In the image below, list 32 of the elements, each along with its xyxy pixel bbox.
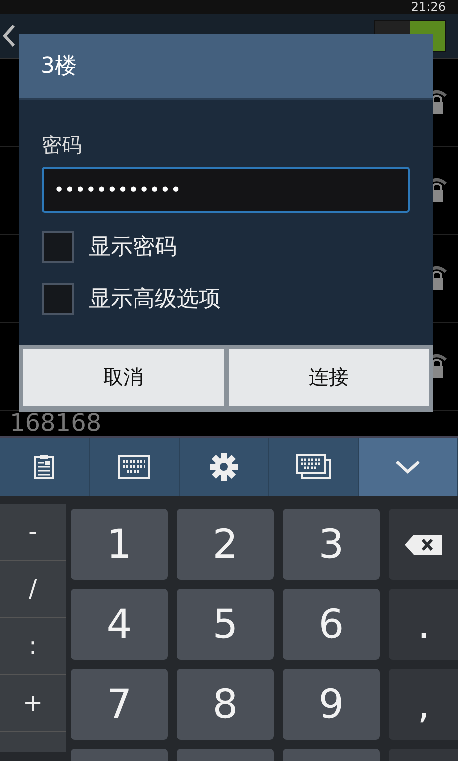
password-field[interactable]: ••••••••••••: [42, 167, 410, 213]
backspace-key[interactable]: [389, 509, 458, 580]
checkbox[interactable]: [42, 231, 74, 263]
symbol-key[interactable]: :: [0, 618, 66, 675]
chevron-down-icon[interactable]: [395, 459, 422, 475]
clipboard-icon[interactable]: [33, 454, 56, 480]
status-time: 21:26: [411, 0, 446, 14]
symbol-key[interactable]: -: [0, 504, 66, 561]
password-label: 密码: [42, 132, 83, 159]
symbol-key[interactable]: +: [0, 675, 66, 732]
connect-button[interactable]: 连接: [228, 349, 429, 406]
keyboard-key[interactable]: 9: [283, 669, 380, 740]
keyboard-key[interactable]: ,: [389, 669, 458, 740]
keyboard-key[interactable]: .: [389, 589, 458, 660]
cancel-button[interactable]: 取消: [23, 349, 224, 406]
dialog-title: 3楼: [19, 34, 433, 100]
network-name: 168168: [9, 411, 103, 435]
backspace-icon: [404, 534, 444, 556]
keyboard-key[interactable]: 1: [71, 509, 168, 580]
keyboard-key[interactable]: 8: [177, 669, 274, 740]
checkbox-label: 显示密码: [89, 234, 177, 262]
checkbox-label: 显示高级选项: [89, 286, 221, 314]
keyboard-key[interactable]: 2: [177, 509, 274, 580]
keyboard-key[interactable]: 5: [177, 589, 274, 660]
checkbox[interactable]: [42, 283, 74, 315]
keyboard-icon[interactable]: [118, 455, 150, 479]
keyboard-key[interactable]: 3: [283, 509, 380, 580]
keyboard-key[interactable]: 6: [283, 589, 380, 660]
keyboard-key[interactable]: 7: [71, 669, 168, 740]
symbol-key[interactable]: /: [0, 561, 66, 618]
keyboard-key[interactable]: 4: [71, 589, 168, 660]
keyboards-icon[interactable]: [296, 454, 332, 480]
